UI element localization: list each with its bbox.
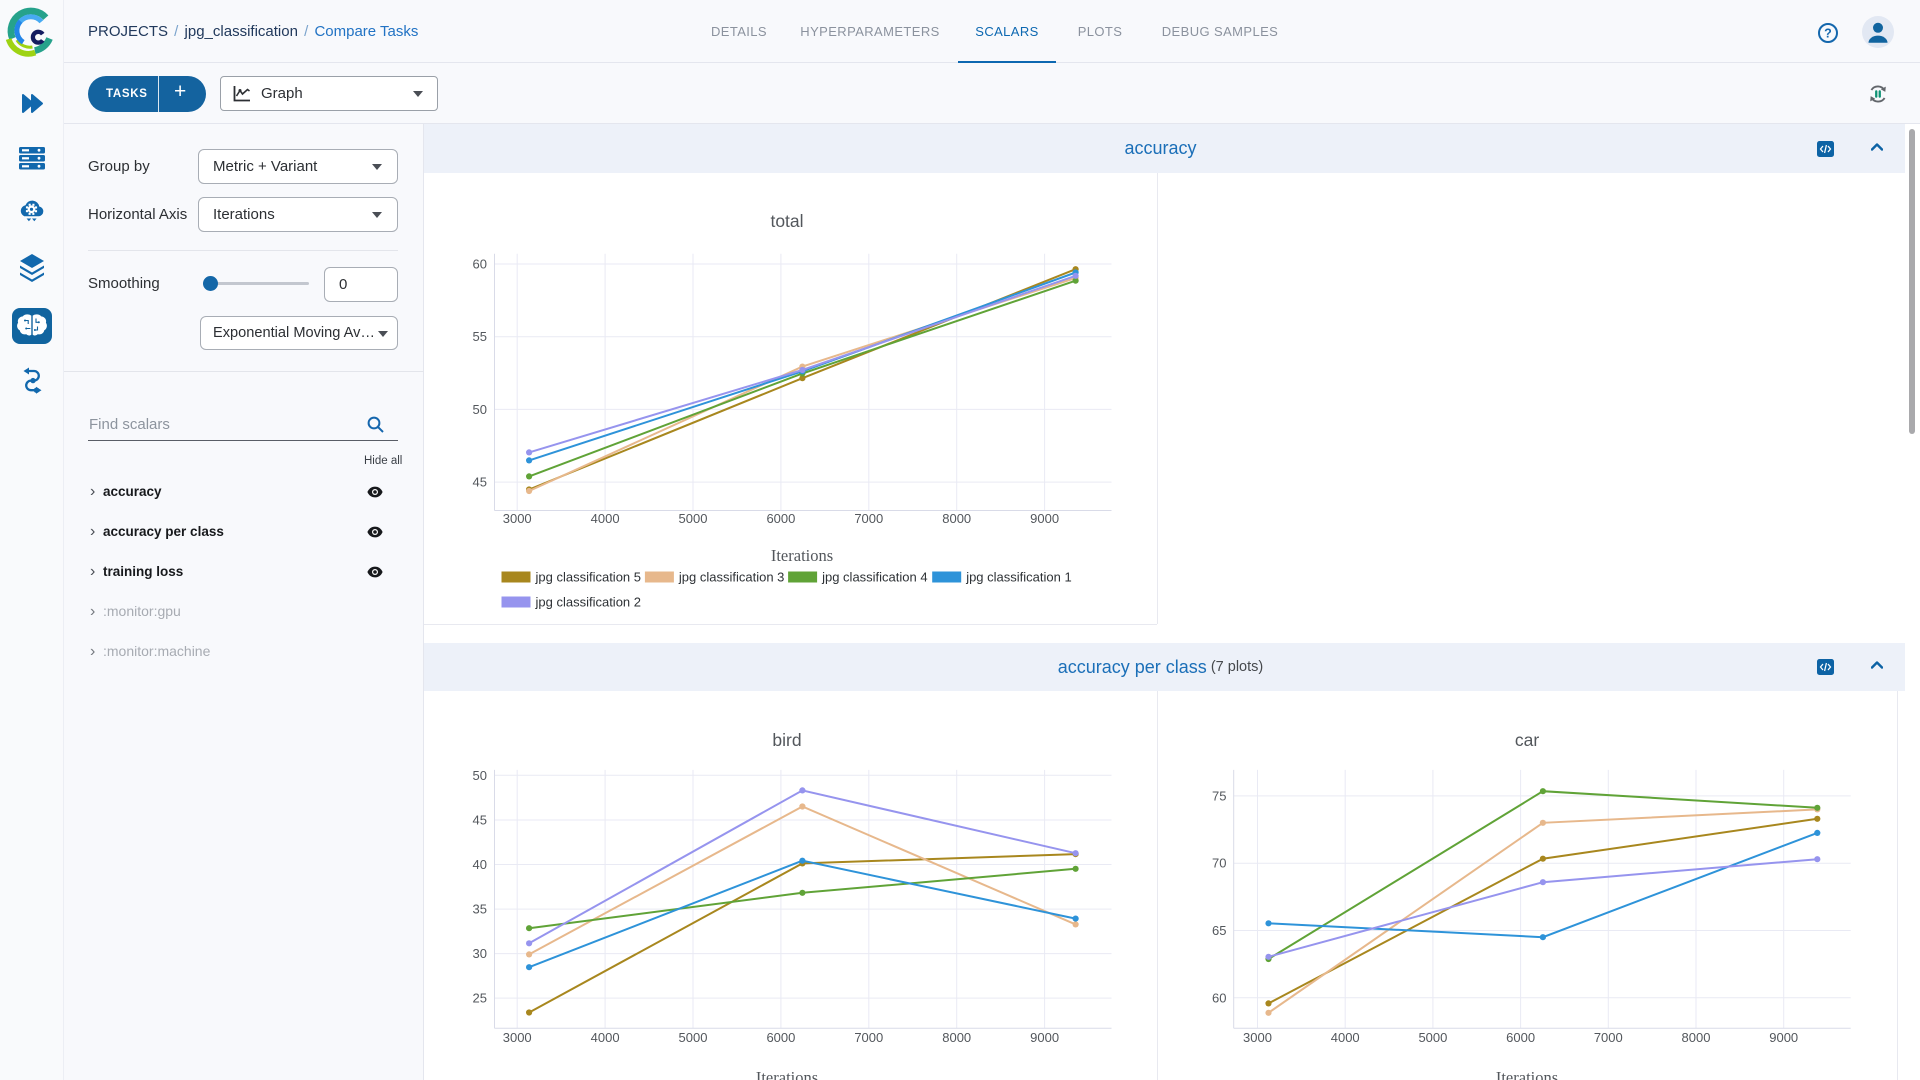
svg-text:3000: 3000: [1243, 1030, 1272, 1045]
svg-text:70: 70: [1212, 856, 1226, 871]
svg-text:Iterations: Iterations: [756, 1068, 818, 1080]
svg-text:65: 65: [1212, 923, 1226, 938]
svg-text:jpg classification 3: jpg classification 3: [678, 570, 785, 585]
svg-text:jpg classification 1: jpg classification 1: [965, 570, 1071, 585]
svg-text:5000: 5000: [1418, 1030, 1447, 1045]
svg-text:60: 60: [473, 257, 487, 272]
svg-text:45: 45: [473, 813, 487, 828]
svg-text:55: 55: [473, 329, 487, 344]
svg-text:3000: 3000: [503, 1030, 532, 1045]
svg-text:5000: 5000: [679, 1030, 708, 1045]
svg-text:7000: 7000: [854, 1030, 883, 1045]
svg-text:50: 50: [473, 402, 487, 417]
svg-text:total: total: [770, 211, 803, 231]
svg-text:car: car: [1515, 730, 1539, 750]
svg-text:8000: 8000: [942, 1030, 971, 1045]
svg-text:Iterations: Iterations: [771, 546, 833, 565]
svg-text:jpg classification 5: jpg classification 5: [535, 570, 642, 585]
svg-text:25: 25: [473, 991, 487, 1006]
svg-text:Iterations: Iterations: [1496, 1068, 1558, 1080]
svg-text:4000: 4000: [591, 511, 620, 526]
svg-text:jpg classification 2: jpg classification 2: [535, 595, 642, 610]
svg-text:50: 50: [473, 768, 487, 783]
svg-text:60: 60: [1212, 990, 1226, 1005]
svg-text:bird: bird: [772, 730, 801, 750]
svg-text:4000: 4000: [1331, 1030, 1360, 1045]
svg-text:3000: 3000: [503, 511, 532, 526]
svg-text:7000: 7000: [854, 511, 883, 526]
svg-text:8000: 8000: [942, 511, 971, 526]
svg-text:9000: 9000: [1030, 1030, 1059, 1045]
svg-text:35: 35: [473, 902, 487, 917]
svg-text:6000: 6000: [766, 511, 795, 526]
svg-text:jpg classification 4: jpg classification 4: [821, 570, 928, 585]
svg-text:30: 30: [473, 946, 487, 961]
svg-text:4000: 4000: [591, 1030, 620, 1045]
svg-text:?: ?: [1824, 27, 1832, 41]
svg-text:9000: 9000: [1769, 1030, 1798, 1045]
svg-text:8000: 8000: [1682, 1030, 1711, 1045]
svg-text:40: 40: [473, 857, 487, 872]
svg-text:45: 45: [473, 475, 487, 490]
svg-text:6000: 6000: [766, 1030, 795, 1045]
svg-text:5000: 5000: [679, 511, 708, 526]
svg-text:7000: 7000: [1594, 1030, 1623, 1045]
svg-text:75: 75: [1212, 788, 1226, 803]
svg-text:6000: 6000: [1506, 1030, 1535, 1045]
svg-text:9000: 9000: [1030, 511, 1059, 526]
